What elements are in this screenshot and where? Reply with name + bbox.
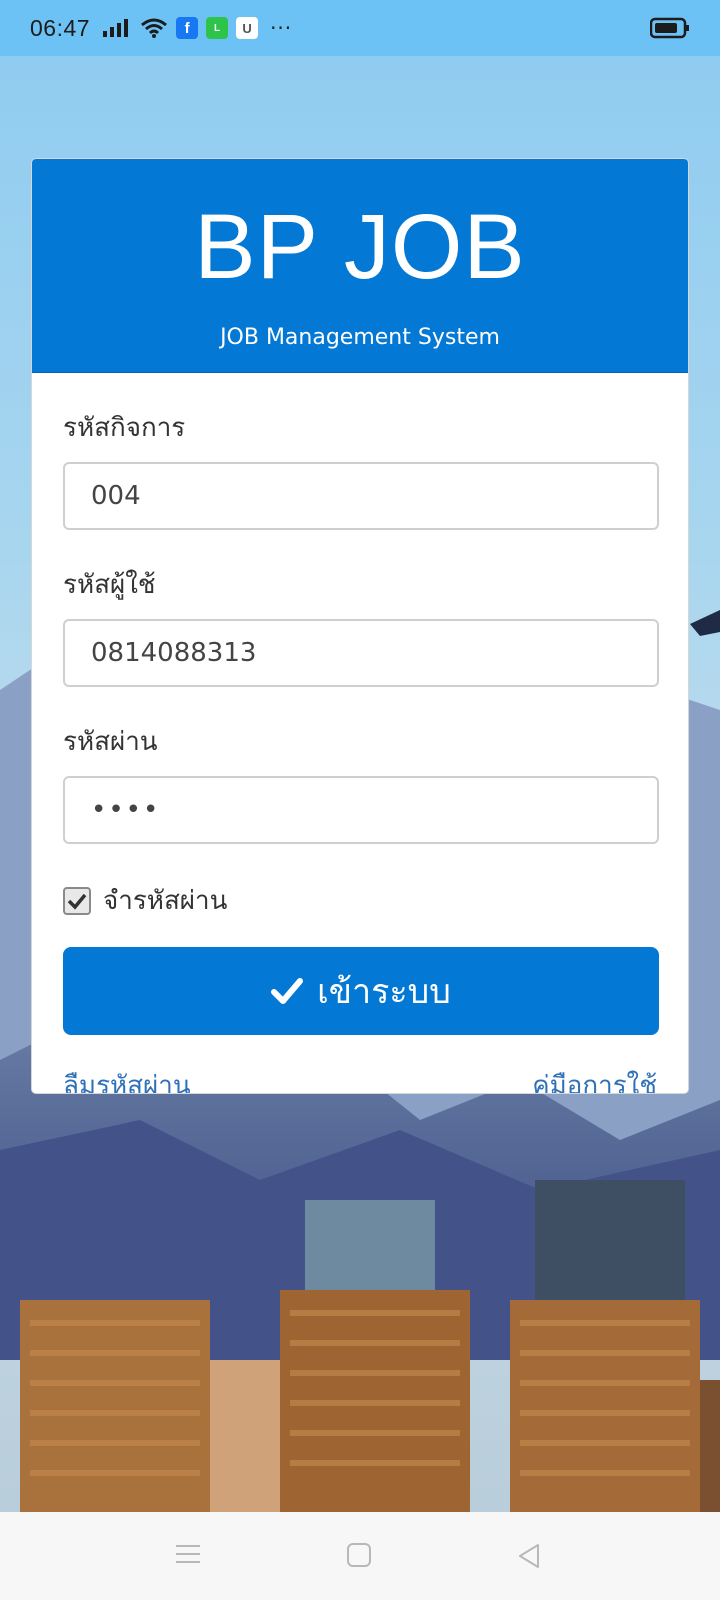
login-form: รหัสกิจการ รหัสผู้ใช้ รหัสผ่าน จำรหัสผ่า… (32, 407, 688, 1093)
menu-icon[interactable] (174, 1542, 202, 1566)
password-input[interactable] (63, 776, 659, 844)
card-header: BP JOB JOB Management System (32, 159, 688, 373)
app-subtitle: JOB Management System (220, 325, 500, 350)
app-title: BP JOB (194, 196, 526, 298)
remember-row: จำรหัสผ่าน (63, 880, 657, 921)
login-button[interactable]: เข้าระบบ (63, 947, 659, 1035)
home-square-icon[interactable] (346, 1542, 372, 1568)
battery-icon (649, 17, 690, 43)
remember-checkbox[interactable] (63, 886, 91, 915)
wifi-icon (140, 17, 168, 39)
links-row: ลืมรหัสผ่าน คู่มือการใช้ (63, 1065, 657, 1093)
remember-label: จำรหัสผ่าน (103, 886, 228, 916)
facebook-icon: f (176, 17, 199, 39)
back-triangle-icon[interactable] (516, 1542, 542, 1570)
login-button-label: เข้าระบบ (317, 972, 451, 1012)
username-label: รหัสผู้ใช้ (63, 570, 156, 600)
more-dots-icon: ··· (270, 16, 293, 40)
login-card: BP JOB JOB Management System รหัสกิจการ … (31, 158, 689, 1094)
checkmark-icon (67, 893, 87, 910)
line-icon: L (206, 17, 229, 39)
forgot-password-link[interactable]: ลืมรหัสผ่าน (63, 1065, 191, 1093)
navigation-bar (0, 1512, 720, 1600)
u-app-icon: U (236, 17, 259, 39)
status-bar: 06:47 f L U ··· (0, 0, 720, 56)
business-code-label: รหัสกิจการ (63, 413, 186, 443)
business-code-input[interactable] (63, 462, 659, 530)
password-label: รหัสผ่าน (63, 727, 158, 757)
username-input[interactable] (63, 619, 659, 687)
check-icon (271, 978, 304, 1004)
signal-icon (102, 18, 132, 38)
status-time: 06:47 (30, 14, 91, 41)
user-manual-link[interactable]: คู่มือการใช้ (532, 1065, 657, 1093)
